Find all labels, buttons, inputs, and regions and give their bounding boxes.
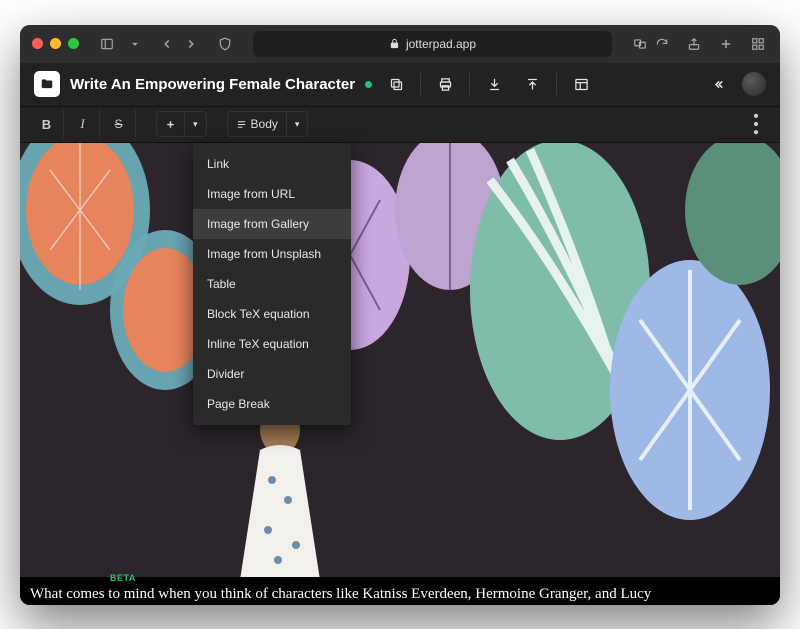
shield-icon[interactable] bbox=[215, 34, 235, 54]
menu-item-table[interactable]: Table bbox=[193, 269, 351, 299]
beta-badge: BETA bbox=[110, 573, 136, 583]
window-controls bbox=[32, 38, 79, 49]
body-text-preview[interactable]: What comes to mind when you think of cha… bbox=[30, 586, 770, 603]
hero-image bbox=[20, 143, 780, 577]
chevron-down-icon: ▾ bbox=[295, 119, 300, 130]
download-button[interactable] bbox=[480, 70, 508, 98]
lock-icon bbox=[389, 38, 400, 49]
forward-button[interactable] bbox=[181, 34, 201, 54]
collapse-button[interactable] bbox=[704, 70, 732, 98]
divider bbox=[420, 73, 421, 95]
menu-item-image-unsplash[interactable]: Image from Unsplash bbox=[193, 239, 351, 269]
app-window: jotterpad.app bbox=[20, 25, 780, 605]
maximize-window-button[interactable] bbox=[68, 38, 79, 49]
share-icon[interactable] bbox=[684, 34, 704, 54]
tab-dropdown-icon[interactable] bbox=[125, 34, 145, 54]
layout-button[interactable] bbox=[567, 70, 595, 98]
reload-button[interactable] bbox=[652, 34, 672, 54]
menu-item-block-tex[interactable]: Block TeX equation bbox=[193, 299, 351, 329]
bold-button[interactable]: B bbox=[30, 110, 64, 138]
document-title: Write An Empowering Female Character bbox=[70, 76, 355, 93]
menu-item-image-gallery[interactable]: Image from Gallery bbox=[193, 209, 351, 239]
minimize-window-button[interactable] bbox=[50, 38, 61, 49]
app-header: Write An Empowering Female Character bbox=[20, 63, 780, 107]
close-window-button[interactable] bbox=[32, 38, 43, 49]
folder-icon bbox=[40, 77, 54, 91]
divider bbox=[469, 73, 470, 95]
sync-status-dot bbox=[365, 81, 372, 88]
strikethrough-button[interactable]: S bbox=[102, 110, 136, 138]
menu-item-page-break[interactable]: Page Break bbox=[193, 389, 351, 419]
menu-item-image-url[interactable]: Image from URL bbox=[193, 179, 351, 209]
browser-chrome: jotterpad.app bbox=[20, 25, 780, 63]
style-label: Body bbox=[251, 117, 278, 131]
back-button[interactable] bbox=[157, 34, 177, 54]
chevron-down-icon: ▾ bbox=[193, 119, 198, 130]
insert-dropdown[interactable]: ▾ bbox=[156, 111, 207, 137]
editor-canvas[interactable]: BETA What comes to mind when you think o… bbox=[20, 143, 780, 605]
insert-menu: Link Image from URL Image from Gallery I… bbox=[193, 143, 351, 425]
new-tab-button[interactable] bbox=[716, 34, 736, 54]
format-toolbar: B I S ▾ Body ▾ bbox=[20, 107, 780, 143]
sidebar-toggle-icon[interactable] bbox=[97, 34, 117, 54]
duplicate-button[interactable] bbox=[382, 70, 410, 98]
menu-item-inline-tex[interactable]: Inline TeX equation bbox=[193, 329, 351, 359]
print-button[interactable] bbox=[431, 70, 459, 98]
italic-button[interactable]: I bbox=[66, 110, 100, 138]
home-button[interactable] bbox=[34, 71, 60, 97]
url-text: jotterpad.app bbox=[406, 37, 476, 51]
tabs-overview-icon[interactable] bbox=[748, 34, 768, 54]
translate-icon[interactable] bbox=[630, 34, 650, 54]
plus-icon bbox=[165, 119, 176, 130]
paragraph-style-dropdown[interactable]: Body ▾ bbox=[227, 111, 309, 137]
more-options-button[interactable] bbox=[742, 110, 770, 138]
paragraph-icon bbox=[236, 119, 247, 130]
menu-item-link[interactable]: Link bbox=[193, 149, 351, 179]
divider bbox=[556, 73, 557, 95]
address-bar[interactable]: jotterpad.app bbox=[253, 31, 612, 57]
avatar[interactable] bbox=[742, 72, 766, 96]
menu-item-divider[interactable]: Divider bbox=[193, 359, 351, 389]
upload-button[interactable] bbox=[518, 70, 546, 98]
